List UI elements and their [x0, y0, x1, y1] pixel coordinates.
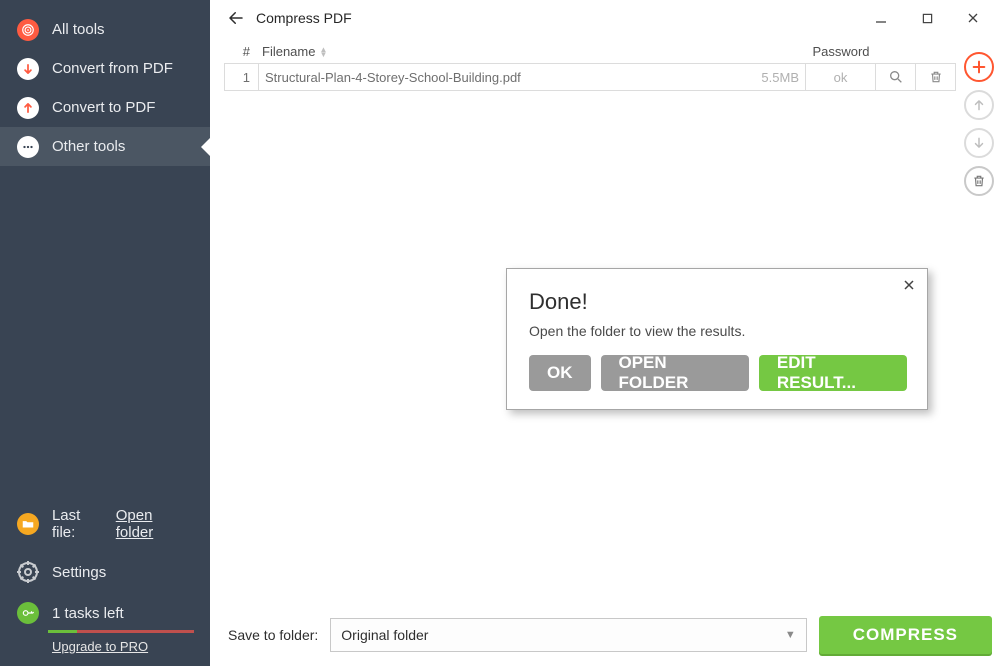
save-label: Save to folder:: [228, 627, 318, 643]
move-up-button[interactable]: [964, 90, 994, 120]
lastfile-label: Last file:: [52, 507, 108, 541]
key-icon: [16, 601, 40, 625]
sidebar-item-label: Convert to PDF: [52, 99, 155, 116]
add-file-button[interactable]: [964, 52, 994, 82]
preview-button[interactable]: [875, 64, 915, 90]
arrow-down-icon: [16, 57, 40, 81]
done-dialog: Done! Open the folder to view the result…: [506, 268, 928, 410]
page-title: Compress PDF: [256, 10, 352, 26]
dialog-title: Done!: [529, 289, 907, 315]
sidebar-bottom: Last file: Open folder Settings 1 tasks …: [0, 500, 210, 666]
settings-row[interactable]: Settings: [0, 548, 210, 596]
lastfile-link[interactable]: Open folder: [116, 507, 194, 541]
dialog-close-button[interactable]: [903, 279, 915, 291]
edit-result-button[interactable]: EDIT RESULT...: [759, 355, 907, 391]
row-index: 1: [225, 64, 259, 90]
sidebar-item-convert-from[interactable]: Convert from PDF: [0, 49, 210, 88]
minimize-button[interactable]: [858, 2, 904, 34]
sidebar-item-label: Other tools: [52, 138, 125, 155]
gear-icon: [16, 560, 40, 584]
arrow-up-icon: [16, 96, 40, 120]
compress-button[interactable]: COMPRESS: [819, 616, 992, 654]
sort-icon: ▲▼: [319, 47, 327, 57]
ok-button[interactable]: OK: [529, 355, 591, 391]
col-index: #: [224, 44, 258, 59]
main: Compress PDF # Filename ▲▼ Password 1 S: [210, 0, 1002, 666]
open-folder-button[interactable]: OPEN FOLDER: [601, 355, 749, 391]
back-button[interactable]: [216, 0, 256, 36]
row-password[interactable]: ok: [805, 64, 875, 90]
sidebar-item-all-tools[interactable]: All tools: [0, 10, 210, 49]
close-button[interactable]: [950, 2, 996, 34]
side-tools: [956, 40, 1002, 604]
window-controls: [858, 2, 996, 34]
sidebar-item-label: Convert from PDF: [52, 60, 173, 77]
row-filename: Structural-Plan-4-Storey-School-Building…: [259, 70, 745, 85]
move-down-button[interactable]: [964, 128, 994, 158]
sidebar-item-label: All tools: [52, 21, 105, 38]
nav: All tools Convert from PDF Convert to PD…: [0, 0, 210, 500]
dialog-text: Open the folder to view the results.: [529, 323, 907, 339]
save-folder-value: Original folder: [341, 627, 428, 643]
tasks-bar: [48, 630, 194, 633]
delete-row-button[interactable]: [915, 64, 955, 90]
sidebar: All tools Convert from PDF Convert to PD…: [0, 0, 210, 666]
maximize-button[interactable]: [904, 2, 950, 34]
col-filename[interactable]: Filename ▲▼: [258, 44, 746, 59]
row-size: 5.5MB: [745, 70, 805, 85]
table-header: # Filename ▲▼ Password: [224, 40, 956, 63]
chevron-down-icon: ▼: [785, 629, 796, 641]
upgrade-link[interactable]: Upgrade to PRO: [52, 639, 210, 654]
footer: Save to folder: Original folder ▼ COMPRE…: [210, 604, 1002, 666]
tasks-label: 1 tasks left: [52, 605, 124, 622]
titlebar: Compress PDF: [210, 0, 1002, 36]
col-password: Password: [806, 44, 876, 59]
folder-icon: [16, 512, 40, 536]
delete-all-button[interactable]: [964, 166, 994, 196]
save-folder-select[interactable]: Original folder ▼: [330, 618, 806, 652]
tasks-row[interactable]: 1 tasks left: [0, 596, 210, 630]
table-row[interactable]: 1 Structural-Plan-4-Storey-School-Buildi…: [224, 63, 956, 91]
sidebar-item-other-tools[interactable]: Other tools: [0, 127, 210, 166]
target-icon: [16, 18, 40, 42]
settings-label: Settings: [52, 564, 106, 581]
lastfile-row[interactable]: Last file: Open folder: [0, 500, 210, 548]
dots-icon: [16, 135, 40, 159]
sidebar-item-convert-to[interactable]: Convert to PDF: [0, 88, 210, 127]
